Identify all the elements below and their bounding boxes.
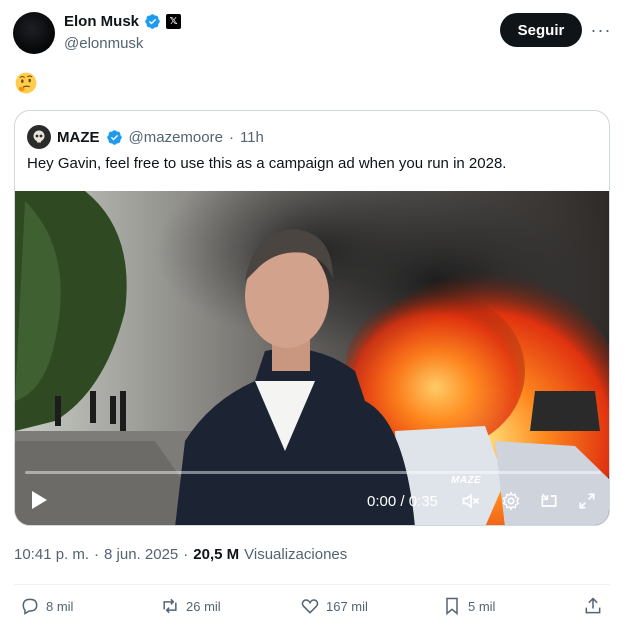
reply-button[interactable]: 8 mil: [20, 596, 73, 616]
quoted-time-ago[interactable]: 11h: [240, 129, 264, 146]
author-name-row: Elon Musk 𝕏: [64, 13, 182, 30]
post-time[interactable]: 10:41 p. m.: [14, 546, 89, 563]
play-icon[interactable]: [29, 489, 49, 511]
post-date[interactable]: 8 jun. 2025: [104, 546, 178, 563]
share-button[interactable]: [583, 596, 603, 616]
author-handle[interactable]: @elonmusk: [64, 35, 143, 52]
repost-count: 26 mil: [186, 598, 221, 614]
quoted-tweet-header: MAZE @mazemoore · 11h: [27, 125, 264, 149]
views-count: 20,5 M: [193, 546, 240, 563]
author-display-name[interactable]: Elon Musk: [64, 13, 139, 30]
post-meta: 10:41 p. m. · 8 jun. 2025 · 20,5 M Visua…: [14, 546, 347, 563]
volume-icon[interactable]: [461, 491, 481, 511]
reply-icon: [22, 598, 38, 615]
repost-icon: [163, 598, 177, 614]
verified-badge-icon: [145, 14, 160, 29]
repost-button[interactable]: 26 mil: [160, 596, 221, 616]
video-controls: 0:00 / 0:35 MAZE: [15, 191, 609, 525]
meta-separator-2: ·: [183, 546, 189, 563]
video-progress-bar[interactable]: [25, 471, 601, 474]
quoted-display-name[interactable]: MAZE: [57, 129, 100, 146]
settings-gear-icon[interactable]: [501, 491, 521, 511]
skull-logo-icon: [33, 130, 45, 143]
follow-button[interactable]: Seguir: [500, 13, 582, 47]
quoted-tweet-text: Hey Gavin, feel free to use this as a ca…: [27, 155, 507, 172]
video-player[interactable]: 0:00 / 0:35 MAZE: [15, 191, 609, 525]
views-label: Visualizaciones: [244, 546, 348, 563]
video-watermark: MAZE: [451, 475, 482, 486]
heart-icon: [301, 599, 319, 614]
divider: [14, 584, 610, 585]
x-logo-icon: 𝕏: [166, 14, 182, 29]
reply-count: 8 mil: [46, 598, 74, 614]
tweet: Elon Musk 𝕏 @elonmusk Seguir ··· MAZE @m…: [0, 0, 640, 634]
action-bar: 8 mil 26 mil 167 mil 5 mil: [0, 596, 640, 622]
bookmark-count: 5 mil: [468, 598, 496, 614]
meta-separator: ·: [94, 546, 100, 563]
quoted-separator: ·: [228, 128, 234, 146]
more-options-icon[interactable]: ···: [588, 18, 614, 42]
avatar[interactable]: [13, 12, 55, 54]
picture-in-picture-icon[interactable]: [539, 491, 559, 511]
bookmark-button[interactable]: 5 mil: [442, 596, 495, 616]
bookmark-icon: [446, 597, 458, 616]
share-icon: [585, 597, 601, 614]
video-time: 0:00 / 0:35: [367, 493, 438, 510]
quoted-avatar[interactable]: [27, 125, 51, 149]
quoted-handle[interactable]: @mazemoore: [129, 129, 223, 146]
like-count: 167 mil: [326, 598, 368, 614]
thinking-face-emoji-icon: [15, 72, 37, 94]
like-button[interactable]: 167 mil: [300, 596, 368, 616]
quoted-tweet[interactable]: MAZE @mazemoore · 11h Hey Gavin, feel fr…: [14, 110, 610, 526]
fullscreen-icon[interactable]: [577, 491, 597, 511]
quoted-verified-badge-icon: [106, 129, 122, 145]
